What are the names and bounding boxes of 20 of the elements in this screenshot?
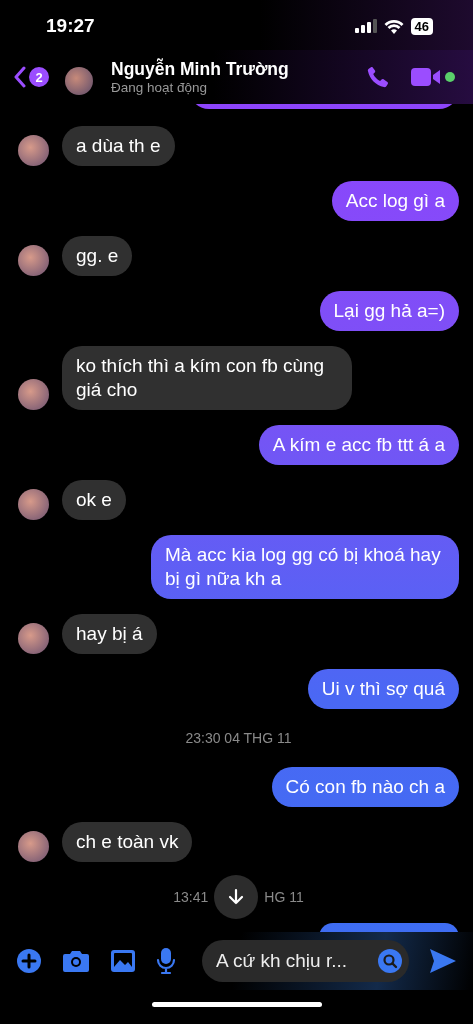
- message-bubble: Acc log gì a: [331, 181, 459, 221]
- message-bubble: hay bị á: [62, 614, 157, 654]
- message-bubble: Có con fb nào ch a: [271, 767, 459, 807]
- message-bubble: ok e: [62, 480, 126, 520]
- message-bubble: Lại gg hả a=): [319, 291, 459, 331]
- timestamp: HG 11: [264, 889, 304, 905]
- active-status: Đang hoạt động: [111, 80, 209, 95]
- message-bubble: ch e toàn vk: [62, 822, 193, 862]
- message-bubble: ko thích thì a kím con fb cùng giá cho: [62, 346, 352, 410]
- message-input[interactable]: A cứ kh chịu r...: [202, 940, 409, 982]
- message-bubble: Mà acc kia log gg có bị khoá hay bị gì nữa kh a: [151, 535, 459, 599]
- contact-name: Nguyễn Minh Trường: [111, 59, 290, 80]
- clock: 19:27: [46, 15, 95, 37]
- message-bubble: gg. e: [62, 236, 133, 276]
- message-bubble: A kím e acc fb ttt á a: [258, 425, 459, 465]
- timestamp: 13:41: [173, 889, 209, 905]
- timestamp: 23:30 04 THG 11: [185, 730, 292, 746]
- battery-level: 46: [410, 17, 433, 35]
- message-bubble: a dùa th e: [62, 126, 175, 166]
- message-bubble: Ui v thì sợ quá: [307, 669, 459, 709]
